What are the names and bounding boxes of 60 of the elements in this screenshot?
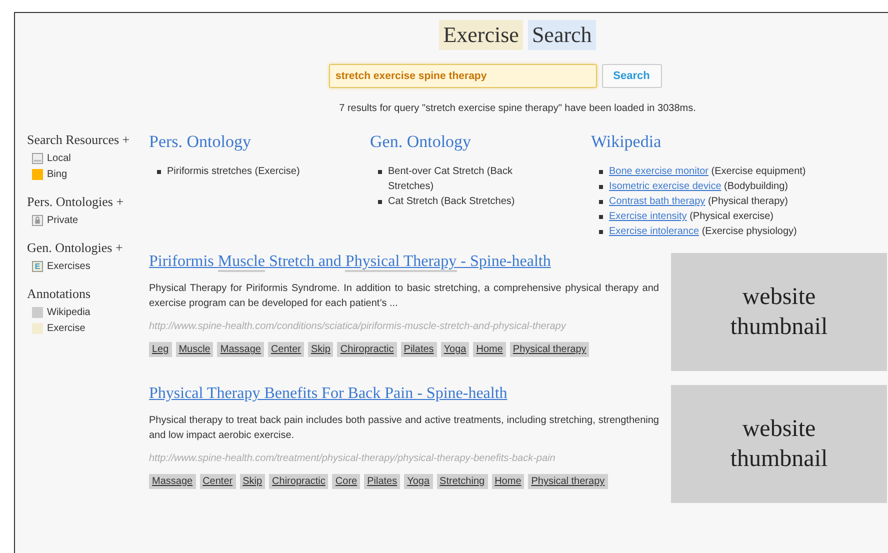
result-url: http://www.spine-health.com/conditions/sciatica/piriformis-muscle-stretch-and-physical-therapy bbox=[149, 321, 568, 332]
thumbnail-label: website thumbnail bbox=[730, 415, 828, 474]
result-title-link[interactable]: Piriformis Muscle Stretch and Physical Therapy - Spine-health bbox=[149, 253, 551, 272]
category-text: (Physical exercise) bbox=[690, 211, 774, 222]
tag-link[interactable]: Chiropractic bbox=[269, 474, 328, 489]
tag-link[interactable]: Muscle bbox=[176, 342, 214, 357]
tag-link[interactable]: Core bbox=[332, 474, 360, 489]
ontology-item[interactable]: Cat Stretch (Back Stretches) bbox=[388, 194, 515, 209]
tag-link[interactable]: Stretching bbox=[436, 474, 488, 489]
tag-link[interactable]: Home bbox=[473, 342, 506, 357]
tag-link[interactable]: Center bbox=[268, 342, 304, 357]
status-text: 7 results for query "stretch exercise spine therapy" have been loaded in 3038ms. bbox=[338, 103, 697, 114]
result-snippet: Physical Therapy for Piriformis Syndrome. In addition to basic stretching, a comprehensive physical therapy and exercise program can be developed for each patient’s ... bbox=[149, 282, 659, 311]
tag-link[interactable]: Massage bbox=[217, 342, 264, 357]
category-text: (Bodybuilding) bbox=[724, 181, 788, 192]
ontology-icon: E bbox=[32, 260, 43, 272]
tag-link[interactable]: Skip bbox=[308, 342, 334, 357]
tag-link[interactable]: Home bbox=[492, 474, 524, 489]
sidebar-item[interactable]: Wikipedia bbox=[47, 306, 90, 318]
lock-icon bbox=[32, 214, 43, 226]
tag-link[interactable]: Leg bbox=[149, 342, 172, 357]
sidebar-item[interactable]: Bing bbox=[47, 168, 68, 180]
category-text: (Exercise physiology) bbox=[702, 226, 797, 237]
wikipedia-link[interactable]: Bone exercise monitor bbox=[609, 166, 708, 177]
tag-link[interactable]: Pilates bbox=[364, 474, 400, 489]
sidebar-heading[interactable]: Annotations bbox=[27, 286, 149, 302]
tag-link[interactable]: Physical therapy bbox=[528, 474, 608, 489]
sidebar-heading[interactable]: Search Resources + bbox=[27, 132, 149, 148]
drive-icon bbox=[32, 152, 43, 164]
ontology-item[interactable]: Bent-over Cat Stretch (Back Stretches) bbox=[388, 164, 548, 194]
wikipedia-link[interactable]: Isometric exercise device bbox=[609, 181, 722, 192]
tag-link[interactable]: Skip bbox=[240, 474, 266, 489]
sidebar-heading[interactable]: Gen. Ontologies + bbox=[27, 240, 149, 256]
thumbnail-label: website thumbnail bbox=[730, 283, 828, 342]
category-text: (Physical therapy) bbox=[708, 196, 788, 207]
section-heading: Pers. Ontology bbox=[149, 132, 252, 152]
tag-link[interactable]: Center bbox=[200, 474, 236, 489]
site-title: Search bbox=[528, 20, 596, 50]
category-text: (Exercise equipment) bbox=[711, 166, 806, 177]
wikipedia-link[interactable]: Exercise intolerance bbox=[609, 226, 700, 237]
tag-link[interactable]: Yoga bbox=[440, 342, 470, 357]
sidebar-item[interactable]: Private bbox=[47, 214, 78, 226]
sidebar-heading[interactable]: Pers. Ontologies + bbox=[27, 194, 149, 210]
sidebar-item[interactable]: Local bbox=[47, 152, 71, 164]
tag-link[interactable]: Physical therapy bbox=[510, 342, 590, 357]
wikipedia-link[interactable]: Contrast bath therapy bbox=[609, 196, 706, 207]
site-title: Exercise bbox=[439, 20, 523, 50]
result-url: http://www.spine-health.com/treatment/physical-therapy/physical-therapy-benefits-back-pain bbox=[149, 453, 556, 464]
result-snippet: Physical therapy to treat back pain includes both passive and active treatments, including stretching, strengthening and low impact aerobic exercise. bbox=[149, 414, 659, 443]
result-title-link[interactable]: Physical Therapy Benefits For Back Pain - Spine-health bbox=[149, 385, 508, 402]
tag-link[interactable]: Pilates bbox=[400, 342, 437, 357]
ontology-item[interactable]: Piriformis stretches (Exercise) bbox=[167, 164, 300, 179]
section-heading: Gen. Ontology bbox=[370, 132, 472, 152]
section-heading: Wikipedia bbox=[591, 132, 662, 152]
tag-link[interactable]: Chiropractic bbox=[337, 342, 397, 357]
tag-link[interactable]: Yoga bbox=[404, 474, 433, 489]
sidebar-item[interactable]: Exercises bbox=[47, 260, 90, 272]
sidebar-item[interactable]: Exercise bbox=[47, 322, 86, 334]
tag-link[interactable]: Massage bbox=[149, 474, 196, 489]
wikipedia-link[interactable]: Exercise intensity bbox=[609, 211, 687, 222]
